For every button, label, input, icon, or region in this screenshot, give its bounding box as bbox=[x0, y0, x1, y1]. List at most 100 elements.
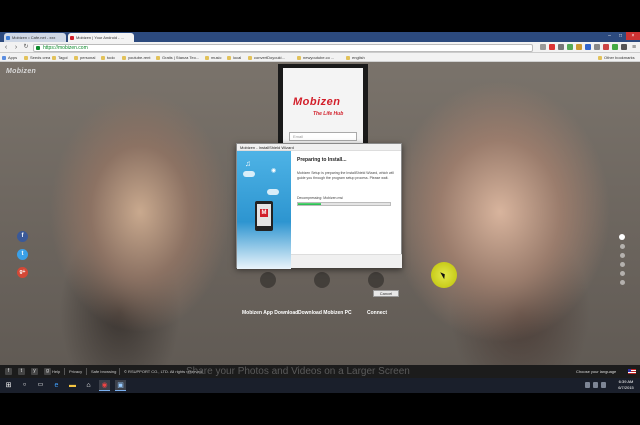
tab-label: Mobizen • Cafe.net - xxx bbox=[12, 35, 56, 40]
minimize-icon[interactable]: – bbox=[604, 32, 615, 40]
browser-tab-strip: Mobizen • Cafe.net - xxx Mobizen | Your … bbox=[0, 32, 640, 42]
installer-taskbar-icon[interactable]: ▣ bbox=[115, 380, 126, 391]
video-frame: Mobizen • Cafe.net - xxx Mobizen | Your … bbox=[0, 0, 640, 425]
dialog-heading: Preparing to Install... bbox=[297, 157, 347, 163]
progress-fill bbox=[298, 203, 321, 205]
connect-link[interactable]: Connect bbox=[367, 310, 387, 316]
bookmark-item[interactable]: todo bbox=[101, 53, 115, 62]
windows-taskbar: ⊞ ○ ▭ e ▬ ⌂ ◉ ▣ 6:39 AM 6/7/2015 bbox=[0, 378, 640, 393]
slide-dot[interactable] bbox=[619, 234, 625, 240]
bookmark-item[interactable]: Gratis | Stanza Teo... bbox=[156, 53, 199, 62]
folder-icon bbox=[52, 55, 56, 60]
slide-dot[interactable] bbox=[619, 271, 625, 276]
installshield-dialog: Mobizen - InstallShield Wizard ♫ ◉ M Pre… bbox=[236, 143, 402, 297]
maximize-icon[interactable]: □ bbox=[615, 32, 626, 40]
us-flag-icon[interactable] bbox=[628, 369, 636, 374]
folder-icon bbox=[74, 55, 78, 60]
volume-icon[interactable] bbox=[593, 382, 598, 388]
slide-dot[interactable] bbox=[619, 280, 625, 285]
facebook-icon[interactable]: f bbox=[5, 368, 12, 375]
monitor-icon[interactable] bbox=[314, 272, 330, 288]
extension-icon[interactable] bbox=[621, 44, 627, 50]
bookmark-other[interactable]: Other bookmarks bbox=[598, 53, 635, 62]
youtube-icon[interactable]: y bbox=[31, 368, 38, 375]
file-explorer-icon[interactable]: ▬ bbox=[67, 380, 78, 391]
dialog-description: Mobizen Setup is preparing the InstallSh… bbox=[297, 171, 394, 180]
tab-favicon-icon bbox=[70, 35, 74, 40]
site-logo[interactable]: Mobizen bbox=[6, 68, 36, 75]
taskbar-clock[interactable]: 6:39 AM 6/7/2015 bbox=[614, 379, 638, 391]
extension-icon[interactable] bbox=[549, 44, 555, 50]
dialog-title: Mobizen - InstallShield Wizard bbox=[237, 144, 401, 151]
footer-privacy-link[interactable]: Privacy bbox=[69, 365, 82, 378]
cloud-icon bbox=[243, 171, 255, 177]
bookmark-item[interactable]: convertDoyouki... bbox=[248, 53, 285, 62]
menu-icon[interactable]: ≡ bbox=[630, 43, 638, 52]
network-icon[interactable] bbox=[585, 382, 590, 388]
back-arrow-icon[interactable]: ‹ bbox=[2, 43, 10, 52]
folder-icon bbox=[248, 55, 252, 60]
extension-icon[interactable] bbox=[594, 44, 600, 50]
tab-mobizen-android[interactable]: Mobizen | Your Android - ... bbox=[68, 33, 134, 42]
chrome-icon[interactable]: ◉ bbox=[99, 380, 110, 391]
store-icon[interactable]: ⌂ bbox=[83, 380, 94, 391]
bookmark-apps[interactable]: Apps bbox=[2, 53, 17, 62]
bookmark-item[interactable]: youtube-rent bbox=[122, 53, 150, 62]
twitter-icon[interactable]: t bbox=[17, 249, 28, 260]
folder-icon bbox=[297, 55, 301, 60]
google-plus-icon[interactable]: g+ bbox=[17, 267, 28, 278]
extension-icon[interactable] bbox=[540, 44, 546, 50]
edge-icon[interactable]: e bbox=[51, 380, 62, 391]
tab-label: Mobizen | Your Android - ... bbox=[76, 35, 124, 40]
extension-icon[interactable] bbox=[576, 44, 582, 50]
phone-icon: M bbox=[255, 201, 273, 231]
bookmark-item[interactable]: newyoutube.co ... bbox=[297, 53, 334, 62]
mobizen-app-icon: M bbox=[260, 209, 268, 217]
slide-dot[interactable] bbox=[619, 262, 625, 267]
windows-start-icon[interactable]: ⊞ bbox=[3, 380, 14, 391]
task-view-icon[interactable]: ▭ bbox=[35, 380, 46, 391]
download-icon[interactable] bbox=[260, 272, 276, 288]
google-plus-icon[interactable]: g bbox=[44, 368, 51, 375]
brand-tagline: The Life Hub bbox=[313, 111, 344, 117]
tab-favicon-icon bbox=[6, 35, 10, 40]
forward-arrow-icon[interactable]: › bbox=[12, 43, 20, 52]
extension-icon[interactable] bbox=[612, 44, 618, 50]
app-download-link[interactable]: Mobizen App Download bbox=[242, 310, 298, 316]
reload-icon[interactable]: ↻ bbox=[22, 43, 30, 52]
apps-icon bbox=[2, 55, 6, 60]
bookmark-item[interactable]: english bbox=[346, 53, 365, 62]
extension-icon[interactable] bbox=[567, 44, 573, 50]
footer-help-link[interactable]: Help bbox=[52, 365, 60, 378]
connect-icon[interactable] bbox=[368, 272, 384, 288]
cancel-button[interactable]: Cancel bbox=[373, 290, 399, 297]
address-bar[interactable]: https://mobizen.com bbox=[33, 43, 533, 52]
extension-icon[interactable] bbox=[603, 44, 609, 50]
folder-icon bbox=[156, 55, 160, 60]
download-pc-link[interactable]: Download Mobizen PC bbox=[298, 310, 352, 316]
site-footer: f t y g Help Privacy Safe browsing © RSU… bbox=[0, 365, 640, 378]
extension-icon[interactable] bbox=[585, 44, 591, 50]
desktop-screen: Mobizen • Cafe.net - xxx Mobizen | Your … bbox=[0, 32, 640, 393]
bookmark-item[interactable]: local bbox=[227, 53, 241, 62]
bookmark-item[interactable]: Seeds crea bbox=[24, 53, 50, 62]
bookmark-item[interactable]: personal bbox=[74, 53, 95, 62]
extension-icon[interactable] bbox=[558, 44, 564, 50]
tab-mobizen-cafe[interactable]: Mobizen • Cafe.net - xxx bbox=[4, 33, 66, 42]
progress-status: Decompressing: Mobizen.msi bbox=[297, 196, 343, 200]
lock-icon bbox=[36, 45, 40, 50]
bookmark-item[interactable]: music bbox=[205, 53, 221, 62]
slide-dot[interactable] bbox=[619, 244, 625, 249]
twitter-icon[interactable]: t bbox=[18, 368, 25, 375]
folder-icon bbox=[24, 55, 28, 60]
footer-safe-browsing-link[interactable]: Safe browsing bbox=[91, 365, 116, 378]
language-selector[interactable]: Choose your language bbox=[576, 365, 616, 378]
bookmarks-bar: Apps Seeds crea Tagol personal todo yout… bbox=[0, 53, 640, 62]
close-icon[interactable]: × bbox=[626, 32, 640, 40]
facebook-icon[interactable]: f bbox=[17, 231, 28, 242]
bookmark-item[interactable]: Tagol bbox=[52, 53, 68, 62]
search-icon[interactable]: ○ bbox=[19, 380, 30, 391]
notification-icon[interactable] bbox=[601, 382, 606, 388]
slide-dot[interactable] bbox=[619, 253, 625, 258]
folder-icon bbox=[227, 55, 231, 60]
